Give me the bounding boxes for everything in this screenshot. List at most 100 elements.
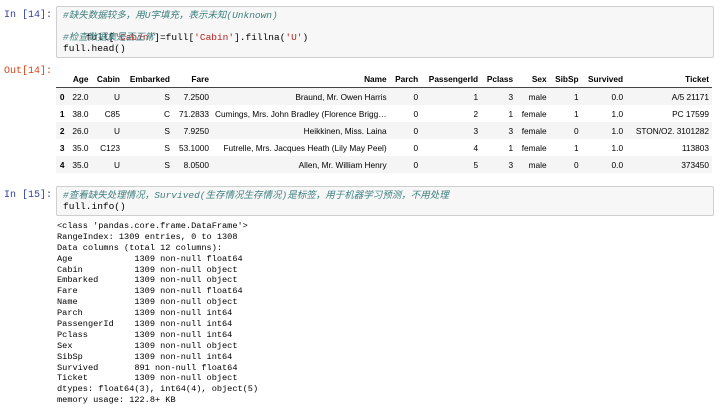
table-cell: Heikkinen, Miss. Laina <box>303 125 387 136</box>
code-input-cell-15[interactable]: #查看缺失处理情况，Survived(生存情况生存情况)是标签，用于机器学习预测… <box>56 186 714 216</box>
stdout-line: Fare 1309 non-null float64 <box>57 286 243 297</box>
table-cell: 22.0 <box>72 91 89 102</box>
row-index: 0 <box>59 91 65 102</box>
table-cell: 2 <box>473 108 479 119</box>
table-cell: 35.0 <box>72 159 89 170</box>
table-cell: 3 <box>508 125 514 136</box>
column-header: Pclass <box>481 70 517 88</box>
table-cell: 0 <box>573 125 579 136</box>
stdout-line: memory usage: 122.8+ KB <box>57 395 176 406</box>
stdout-line: Survived 891 non-null float64 <box>57 362 238 373</box>
table-cell: 53.1000 <box>178 142 209 153</box>
code-comment-line: #缺失数据较多，用U字填充，表示未知(Unknown) <box>63 10 278 21</box>
table-cell: 1.0 <box>611 125 624 136</box>
stdout-line: Ticket 1309 non-null object <box>57 373 238 384</box>
table-cell: 3 <box>508 159 514 170</box>
code-token: ) <box>302 32 309 43</box>
table-cell: PC 17599 <box>672 108 709 119</box>
table-cell: 373450 <box>681 159 709 170</box>
table-cell: S <box>164 142 170 153</box>
column-header: Name <box>211 70 390 88</box>
table-cell: male <box>528 159 547 170</box>
table-cell: C123 <box>100 142 120 153</box>
input-prompt-14: In [14]: <box>3 10 52 21</box>
table-cell: Cumings, Mrs. John Bradley (Florence Bri… <box>214 108 390 119</box>
table-cell: 113803 <box>681 142 709 153</box>
code-comment-line: #查看缺失处理情况，Survived(生存情况生存情况)是标签，用于机器学习预测… <box>63 190 449 201</box>
table-row: 2 26.0 U S 7.9250 Heikkinen, Miss. Laina 0 3 3 fe… <box>56 122 712 139</box>
column-header: Sex <box>516 70 550 88</box>
table-cell: Allen, Mr. William Henry <box>298 159 387 170</box>
table-cell: 1 <box>573 91 579 102</box>
table-cell: Braund, Mr. Owen Harris <box>295 91 387 102</box>
code-string: 'U' <box>285 32 303 43</box>
stdout-line: Pclass 1309 non-null int64 <box>57 329 233 340</box>
stdout-line: Cabin 1309 non-null object <box>57 264 238 275</box>
table-cell: S <box>164 91 170 102</box>
stdout-line: Embarked 1309 non-null object <box>57 275 238 286</box>
input-prompt-15: In [15]: <box>3 190 52 201</box>
table-header-row: Age Cabin Embarked Fare Name Parch PassengerId… <box>56 70 712 88</box>
table-cell: 1.0 <box>611 108 624 119</box>
table-cell: female <box>521 142 547 153</box>
table-cell: STON/O2. 3101282 <box>635 125 709 136</box>
table-row: 1 38.0 C85 C 71.2833 Cumings, Mrs. John Bradl… <box>56 105 712 122</box>
column-header: SibSp <box>549 70 582 88</box>
row-index: 3 <box>59 142 65 153</box>
row-index: 1 <box>59 108 65 119</box>
row-index: 2 <box>59 125 65 136</box>
table-cell: A/5 21171 <box>671 91 709 102</box>
column-header: Embarked <box>122 70 173 88</box>
table-row: 3 35.0 C123 S 53.1000 Futrelle, Mrs. Jacques … <box>56 139 712 156</box>
code-token: ].fillna( <box>234 32 286 43</box>
stdout-line: Name 1309 non-null object <box>57 297 238 308</box>
table-cell: 0 <box>573 159 579 170</box>
table-row: 4 35.0 U S 8.0500 Allen, Mr. William Henry 0 5 3… <box>56 156 712 173</box>
table-row: 0 22.0 U S 7.2500 Braund, Mr. Owen Harris 0 1 3 m… <box>56 87 712 105</box>
table-cell: C85 <box>104 108 120 119</box>
code-input-cell-14[interactable]: #缺失数据较多，用U字填充，表示未知(Unknown) full['Cabin'… <box>56 6 714 58</box>
table-cell: 1.0 <box>611 142 624 153</box>
stdout-line: <class 'pandas.core.frame.DataFrame'> <box>57 221 248 231</box>
table-cell: U <box>113 91 120 102</box>
table-body: 0 22.0 U S 7.2500 Braund, Mr. Owen Harris 0 1 3 m… <box>56 87 712 173</box>
table-cell: 1 <box>573 142 579 153</box>
table-cell: 0.0 <box>611 159 624 170</box>
table-cell: Futrelle, Mrs. Jacques Heath (Lily May P… <box>223 142 387 153</box>
row-index: 4 <box>59 159 65 170</box>
table-cell: 5 <box>473 159 479 170</box>
column-header <box>56 70 68 88</box>
stdout-line: PassengerId 1309 non-null int64 <box>57 319 233 330</box>
table-cell: female <box>521 108 547 119</box>
stdout-line: Sex 1309 non-null object <box>57 340 238 351</box>
table-cell: S <box>164 159 170 170</box>
table-cell: 71.2833 <box>178 108 209 119</box>
table-cell: 1 <box>573 108 579 119</box>
column-header: Survived <box>581 70 627 88</box>
table-cell: female <box>521 125 547 136</box>
table-cell: 3 <box>473 125 479 136</box>
table-cell: 0 <box>413 125 419 136</box>
table-cell: 26.0 <box>72 125 89 136</box>
table-cell: 0 <box>413 108 419 119</box>
stdout-line: RangeIndex: 1309 entries, 0 to 1308 <box>57 231 238 242</box>
table-cell: 4 <box>473 142 479 153</box>
table-cell: 35.0 <box>72 142 89 153</box>
code-line-info: full.info() <box>63 201 126 212</box>
table-cell: male <box>528 91 547 102</box>
table-cell: U <box>113 159 120 170</box>
column-header: Fare <box>172 70 212 88</box>
table-cell: 7.9250 <box>183 125 209 136</box>
stdout-line: Parch 1309 non-null int64 <box>57 308 233 319</box>
stdout-line: Age 1309 non-null float64 <box>57 253 243 264</box>
table-cell: 0.0 <box>611 91 624 102</box>
table-cell: 1 <box>508 108 514 119</box>
table-cell: C <box>163 108 170 119</box>
table-cell: 38.0 <box>72 108 89 119</box>
table-cell: 0 <box>413 142 419 153</box>
table-cell: 3 <box>508 91 514 102</box>
code-string: 'Cabin' <box>194 32 235 43</box>
table-cell: 7.2500 <box>183 91 209 102</box>
dataframe-output: Age Cabin Embarked Fare Name Parch PassengerId… <box>56 70 712 173</box>
table-cell: 0 <box>413 91 419 102</box>
